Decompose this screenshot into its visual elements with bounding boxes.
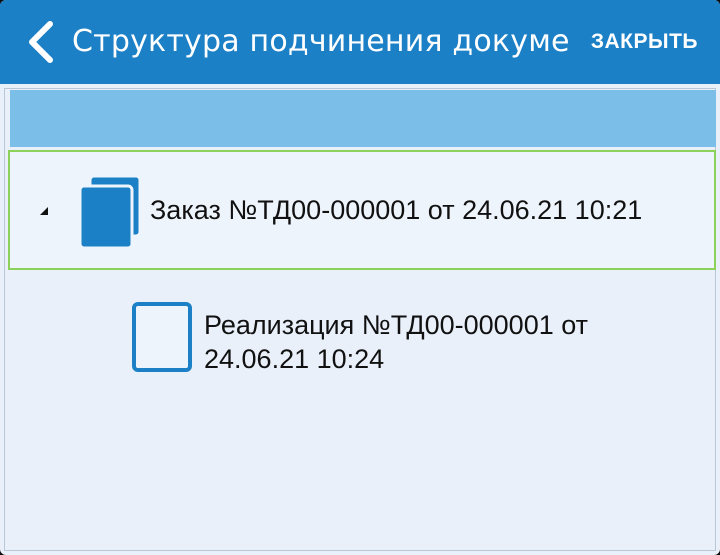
- expand-triangle-icon[interactable]: [39, 206, 49, 216]
- document-outline-icon: [132, 302, 192, 372]
- documents-stack-icon: [78, 174, 142, 250]
- tree-item-order[interactable]: Заказ №ТД00-000001 от 24.06.21 10:21: [8, 150, 716, 270]
- chevron-left-icon: [29, 21, 53, 63]
- page-title: Структура подчинения докумен...: [72, 24, 572, 59]
- document-tree: Заказ №ТД00-000001 от 24.06.21 10:21 Реа…: [4, 88, 716, 551]
- back-button[interactable]: [22, 18, 66, 66]
- app-bar: Структура подчинения докумен... ЗАКРЫТЬ: [0, 0, 720, 84]
- tree-item-label: Заказ №ТД00-000001 от 24.06.21 10:21: [150, 195, 643, 225]
- tree-item-sale[interactable]: Реализация №ТД00-000001 от 24.06.21 10:2…: [8, 286, 716, 386]
- tree-item-label: Реализация №ТД00-000001 от 24.06.21 10:2…: [204, 310, 589, 374]
- tree-header-band: [10, 90, 716, 147]
- screen: Структура подчинения докумен... ЗАКРЫТЬ …: [0, 0, 720, 555]
- close-button[interactable]: ЗАКРЫТЬ: [591, 28, 698, 56]
